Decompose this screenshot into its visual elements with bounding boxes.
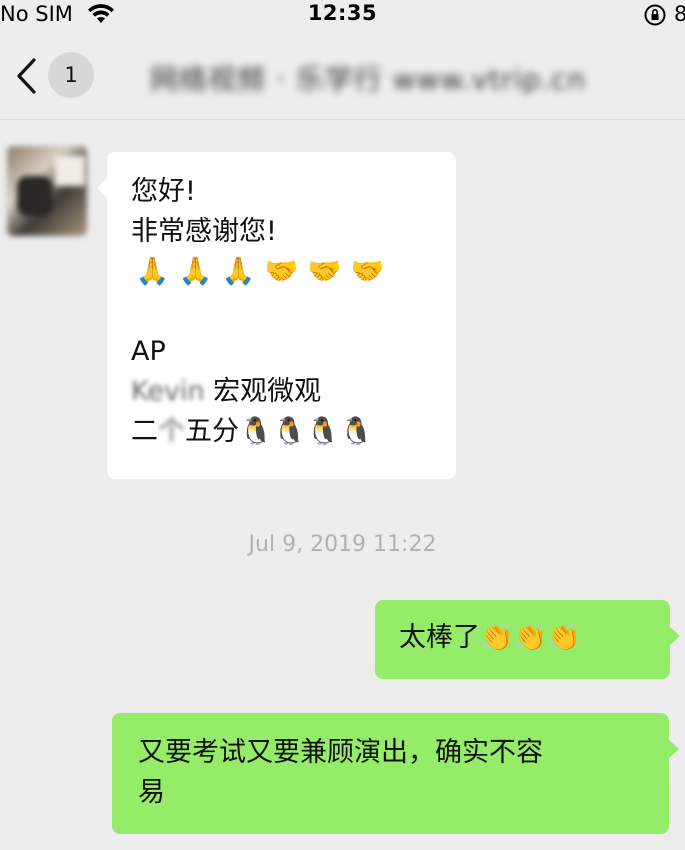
message-text: 五分 (185, 416, 239, 447)
message-timestamp: Jul 9, 2019 11:22 (248, 532, 437, 557)
clap-emoji-group: 👏👏👏 (480, 622, 581, 653)
pray-emoji: 🙏 (178, 256, 213, 287)
message-line: AP (131, 336, 166, 367)
pray-emoji: 🙏 (221, 256, 256, 287)
status-bar: No SIM 12:35 8 (0, 0, 685, 30)
unread-count-badge[interactable]: 1 (48, 52, 94, 98)
outgoing-message-bubble[interactable]: 又要考试又要兼顾演出，确实不容 易 (112, 713, 679, 834)
handshake-emoji: 🤝 (264, 256, 299, 287)
chat-screen: No SIM 12:35 8 1 网络视频 · 乐学行 www.vtrip.cn… (0, 0, 685, 850)
message-line: 二个五分🐧🐧🐧🐧 (131, 412, 432, 452)
emoji-row: 🙏 🙏 🙏 🤝 🤝 🤝 (131, 252, 432, 292)
back-chevron-icon[interactable] (14, 56, 40, 96)
contact-avatar[interactable] (7, 146, 87, 236)
rotation-lock-icon (644, 4, 666, 26)
message-line: 非常感谢您! (131, 216, 277, 247)
message-line: 又要考试又要兼顾演出，确实不容 (138, 737, 543, 768)
message-text: 二 (131, 416, 158, 447)
message-text: 太棒了 (399, 622, 480, 653)
handshake-emoji: 🤝 (350, 256, 385, 287)
battery-indicator: 8 (674, 2, 685, 26)
outgoing-message-bubble[interactable]: 太棒了👏👏👏 (375, 600, 680, 679)
clock: 12:35 (307, 1, 378, 25)
pray-emoji: 🙏 (135, 256, 170, 287)
handshake-emoji: 🤝 (307, 256, 342, 287)
blurred-text: 个 (158, 416, 185, 447)
penguin-emoji-group: 🐧🐧🐧🐧 (239, 416, 374, 447)
incoming-message-bubble[interactable]: 您好! 非常感谢您! 🙏 🙏 🙏 🤝 🤝 🤝 AP Kevin 宏观微观 二个五分🐧🐧🐧🐧 (97, 152, 456, 479)
message-text: 宏观微观 (204, 376, 322, 407)
blurred-name: Kevin (131, 376, 205, 407)
message-line: 易 (138, 777, 165, 808)
message-line: 太棒了👏👏👏 (399, 618, 646, 658)
message-line: 您好! (131, 176, 196, 207)
chat-header: 1 网络视频 · 乐学行 www.vtrip.cn (0, 30, 685, 120)
message-line: Kevin 宏观微观 (131, 372, 432, 412)
chat-title: 网络视频 · 乐学行 www.vtrip.cn (150, 63, 587, 96)
